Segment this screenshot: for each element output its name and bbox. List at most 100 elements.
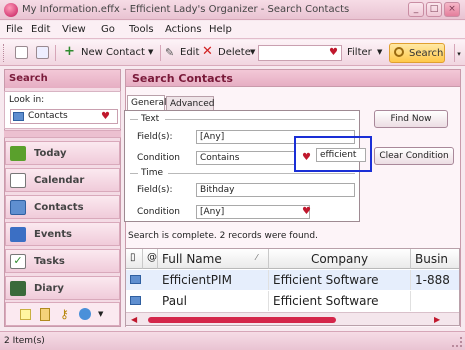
panel-splitter[interactable]: [4, 130, 121, 138]
time-fields-label: Field(s):: [137, 185, 173, 195]
resize-grip-icon[interactable]: [452, 337, 462, 347]
time-section-label: Time: [141, 168, 164, 178]
clear-condition-button[interactable]: Clear Condition: [374, 147, 454, 165]
status-bar: 2 Item(s): [0, 331, 465, 350]
filter-button[interactable]: Filter: [347, 47, 372, 58]
condition-label: Condition: [137, 153, 180, 163]
look-in-select[interactable]: Contacts ♥: [10, 109, 118, 124]
table-row[interactable]: EfficientPIM Efficient Software 1-888: [126, 270, 459, 290]
note-icon[interactable]: [20, 309, 31, 320]
contacts-icon: [13, 112, 24, 121]
column-header-business[interactable]: Busin: [411, 249, 459, 269]
time-condition-select[interactable]: [Any]: [196, 205, 310, 219]
clipboard-icon[interactable]: [40, 308, 50, 321]
text-section-label: Text: [141, 114, 160, 124]
nav-tasks-label: Tasks: [34, 256, 65, 267]
key-icon[interactable]: ⚷: [60, 307, 69, 321]
find-now-button[interactable]: Find Now: [374, 110, 448, 128]
results-table: ▯ @ Full Name ⁄ Company Busin EfficientPI…: [125, 248, 460, 326]
chevron-down-icon[interactable]: ▼: [250, 48, 255, 56]
column-label: Full Name: [162, 252, 222, 266]
nav-contacts-label: Contacts: [34, 202, 84, 213]
toolbar-separator: [160, 45, 161, 61]
look-in-label: Look in:: [9, 95, 45, 105]
nav-calendar[interactable]: Calendar: [5, 168, 120, 192]
tab-advanced[interactable]: Advanced: [166, 96, 214, 111]
globe-icon[interactable]: [79, 308, 91, 320]
calendar-icon: [10, 173, 26, 188]
cell-full-name: Paul: [158, 291, 269, 311]
table-row[interactable]: Paul Efficient Software: [126, 291, 459, 311]
menu-go[interactable]: Go: [101, 24, 115, 35]
scrollbar-thumb[interactable]: [148, 317, 336, 323]
maximize-button[interactable]: □: [426, 2, 442, 17]
look-in-value: Contacts: [28, 111, 68, 121]
toolbar-overflow-icon[interactable]: ▾: [454, 44, 463, 62]
cell-business: [411, 291, 459, 311]
menu-tools[interactable]: Tools: [129, 24, 154, 35]
add-icon[interactable]: +: [64, 45, 75, 58]
contact-combo[interactable]: ♥: [258, 45, 342, 61]
divider: [165, 119, 355, 120]
divider: [168, 173, 355, 174]
nav-events[interactable]: Events: [5, 222, 120, 246]
new-contact-button[interactable]: New Contact: [81, 47, 145, 58]
item-count: 2 Item(s): [4, 336, 45, 346]
cell-business: 1-888: [411, 270, 459, 290]
condition-select[interactable]: Contains: [196, 151, 296, 165]
search-status: Search is complete. 2 records were found…: [128, 231, 318, 241]
heart-dropdown-icon[interactable]: ♥: [302, 207, 311, 217]
new-document-icon[interactable]: [15, 46, 28, 59]
divider: [130, 173, 138, 174]
menu-file[interactable]: File: [6, 24, 23, 35]
open-icon[interactable]: [36, 46, 49, 59]
events-icon: [10, 227, 26, 242]
divider: [130, 119, 138, 120]
page-title: Search Contacts: [125, 69, 461, 87]
chevron-down-icon[interactable]: ▼: [148, 48, 153, 56]
contact-row-icon: [130, 296, 141, 305]
menu-edit[interactable]: Edit: [31, 24, 50, 35]
sort-arrow-icon: ⁄: [256, 253, 258, 262]
app-icon: [4, 3, 18, 17]
nav-contacts[interactable]: Contacts: [5, 195, 120, 219]
cell-company: Efficient Software: [269, 291, 411, 311]
contacts-icon: [10, 200, 26, 215]
minimize-button[interactable]: _: [408, 2, 424, 17]
heart-dropdown-icon[interactable]: ♥: [329, 48, 338, 58]
chevron-down-icon[interactable]: ▼: [377, 48, 382, 56]
diary-icon: [10, 281, 26, 296]
delete-button[interactable]: Delete: [218, 47, 251, 58]
nav-diary-label: Diary: [34, 283, 64, 294]
time-fields-select[interactable]: Bithday: [196, 183, 355, 197]
menu-help[interactable]: Help: [209, 24, 232, 35]
nav-today[interactable]: Today: [5, 141, 120, 165]
attachment-column-header[interactable]: @: [143, 249, 158, 269]
heart-dropdown-icon[interactable]: ♥: [101, 112, 110, 122]
menu-view[interactable]: View: [62, 24, 86, 35]
horizontal-scrollbar[interactable]: ◀ ▶: [126, 312, 459, 325]
edit-icon[interactable]: ✎: [165, 46, 174, 59]
tab-general[interactable]: General: [127, 95, 166, 110]
toolbar-grip[interactable]: [3, 44, 6, 62]
menu-actions[interactable]: Actions: [165, 24, 202, 35]
nav-tasks[interactable]: ✓ Tasks: [5, 249, 120, 273]
scroll-right-icon[interactable]: ▶: [434, 315, 440, 324]
search-button[interactable]: Search: [389, 43, 445, 63]
scroll-left-icon[interactable]: ◀: [131, 315, 137, 324]
search-button-label: Search: [409, 48, 444, 59]
column-header-company[interactable]: Company: [269, 249, 411, 269]
nav-calendar-label: Calendar: [34, 175, 85, 186]
close-button[interactable]: ×: [444, 2, 460, 17]
nav-today-label: Today: [34, 148, 67, 159]
nav-diary[interactable]: Diary: [5, 276, 120, 300]
highlight-box: [294, 136, 372, 172]
tasks-icon: ✓: [10, 254, 26, 269]
contact-row-icon: [130, 275, 141, 284]
edit-button[interactable]: Edit: [180, 47, 199, 58]
column-header-full-name[interactable]: Full Name ⁄: [158, 249, 269, 269]
doc-column-header[interactable]: ▯: [126, 249, 143, 269]
chevron-down-icon[interactable]: ▼: [98, 310, 103, 318]
delete-icon[interactable]: ✕: [202, 44, 213, 59]
today-icon: [10, 146, 26, 161]
